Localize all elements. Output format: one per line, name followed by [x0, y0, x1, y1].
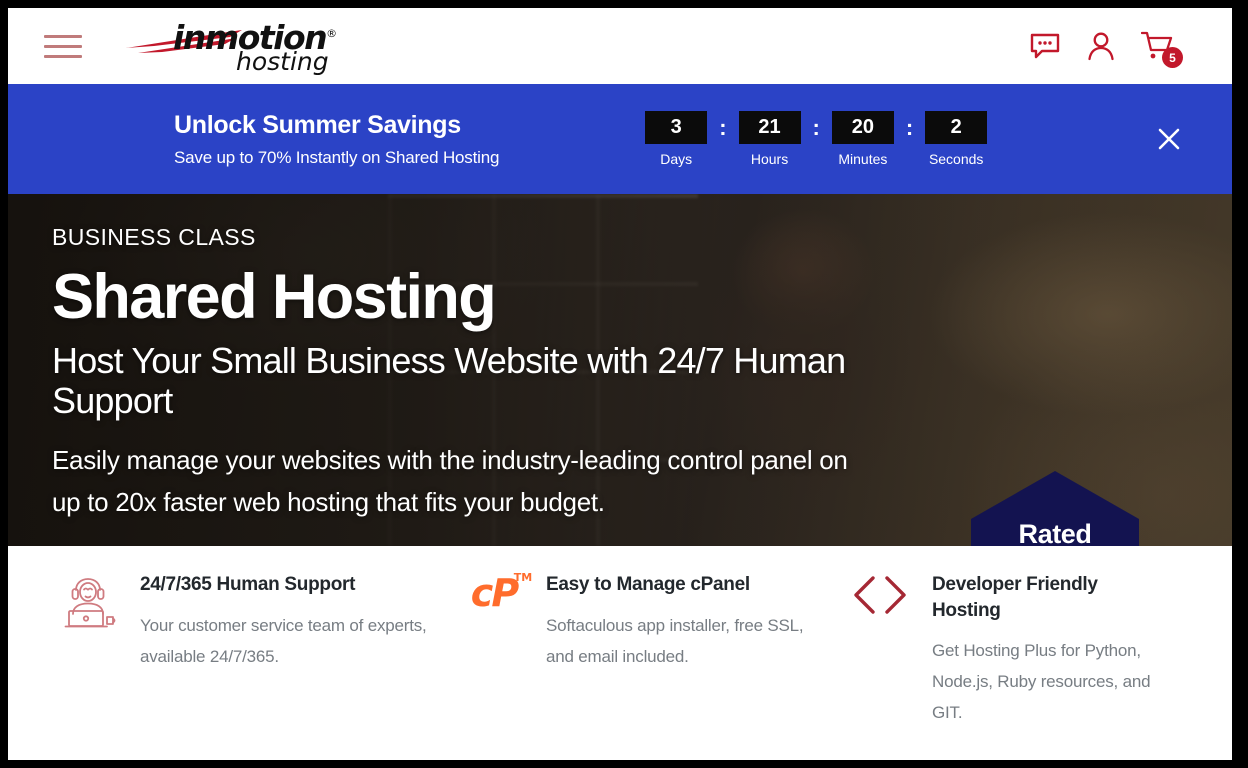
hamburger-line: [44, 54, 82, 58]
feature-description: Softaculous app installer, free SSL, and…: [546, 615, 804, 666]
feature-text-block: Developer Friendly Hosting Get Hosting P…: [932, 572, 1170, 760]
feature-description: Get Hosting Plus for Python, Node.js, Ru…: [932, 641, 1151, 723]
cpanel-logo-icon: cP TM: [458, 571, 533, 634]
countdown-separator: :: [905, 115, 914, 140]
support-agent-icon: [52, 572, 124, 634]
screenshot-frame: inmotion® hosting 5 Unlock Summer Saving…: [0, 0, 1248, 768]
feature-card-support: 24/7/365 Human Support Your customer ser…: [52, 572, 458, 760]
countdown-unit-seconds: 2 Seconds: [925, 111, 988, 167]
hamburger-line: [44, 34, 82, 38]
countdown-value-seconds: 2: [925, 111, 988, 144]
chat-icon[interactable]: [1028, 29, 1062, 63]
countdown-value-days: 3: [645, 111, 708, 144]
hero-description: Easily manage your websites with the ind…: [52, 445, 848, 517]
feature-card-cpanel: cP TM Easy to Manage cPanel Softaculous a…: [458, 572, 844, 760]
nav-icon-group: 5: [1028, 29, 1183, 68]
countdown-value-minutes: 20: [831, 111, 894, 144]
promo-subtitle: Save up to 70% Instantly on Shared Hosti…: [174, 147, 500, 167]
hero-subtitle: Host Your Small Business Website with 24…: [52, 340, 846, 421]
person-glyph: [1088, 32, 1114, 61]
countdown-separator: :: [719, 115, 727, 140]
support-agent-glyph: [64, 578, 116, 628]
badge-line-1: Rated: [1018, 519, 1092, 546]
code-brackets-glyph: [854, 576, 906, 614]
feature-description: Your customer service team of experts, a…: [140, 615, 427, 666]
account-icon[interactable]: [1084, 29, 1118, 63]
countdown-label-minutes: Minutes: [838, 151, 888, 167]
cart-icon[interactable]: 5: [1140, 29, 1183, 68]
close-icon[interactable]: [1154, 124, 1184, 154]
feature-title: 24/7/365 Human Support: [140, 574, 356, 595]
page-title: Shared Hosting: [52, 262, 497, 332]
feature-title: Easy to Manage cPanel: [546, 574, 750, 595]
countdown-separator: :: [812, 115, 820, 140]
countdown-unit-minutes: 20 Minutes: [831, 111, 894, 167]
countdown-value-hours: 21: [738, 111, 801, 144]
countdown-label-seconds: Seconds: [928, 151, 984, 167]
hamburger-menu-icon[interactable]: [44, 31, 82, 61]
countdown-label-hours: Hours: [750, 151, 789, 167]
inmotion-hosting-logo[interactable]: inmotion® hosting: [124, 16, 354, 76]
hero-section: BUSINESS CLASS Shared Hosting Host Your …: [8, 194, 1232, 546]
promo-text-block: Unlock Summer Savings Save up to 70% Ins…: [174, 110, 499, 167]
promo-banner: Unlock Summer Savings Save up to 70% Ins…: [8, 84, 1232, 194]
feature-text-block: Easy to Manage cPanel Softaculous app in…: [546, 572, 818, 760]
page-root: inmotion® hosting 5 Unlock Summer Saving…: [8, 8, 1232, 760]
feature-title: Developer Friendly Hosting: [932, 574, 1098, 621]
promo-title: Unlock Summer Savings: [174, 111, 461, 140]
countdown-unit-hours: 21 Hours: [738, 111, 801, 167]
close-x-glyph: [1158, 128, 1180, 150]
hero-eyebrow: BUSINESS CLASS: [52, 224, 256, 250]
countdown-unit-days: 3 Days: [645, 111, 708, 167]
feature-card-developer: Developer Friendly Hosting Get Hosting P…: [844, 572, 1196, 760]
hamburger-line: [44, 44, 82, 48]
countdown-label-days: Days: [660, 151, 693, 167]
countdown-timer: 3 Days : 21 Hours : 20 Minutes : 2 Secon…: [645, 111, 988, 167]
cpanel-trademark-mark: TM: [513, 571, 533, 584]
feature-highlights-row: 24/7/365 Human Support Your customer ser…: [8, 546, 1232, 760]
cpanel-wordmark: cP TM: [470, 571, 533, 615]
cart-count-badge: 5: [1162, 47, 1183, 68]
hero-copy-block: BUSINESS CLASS Shared Hosting Host Your …: [52, 224, 952, 523]
chat-bubble-glyph: [1030, 33, 1060, 59]
code-brackets-icon: [844, 572, 916, 634]
feature-text-block: 24/7/365 Human Support Your customer ser…: [140, 572, 432, 760]
top-navigation-bar: inmotion® hosting 5: [8, 8, 1232, 84]
logo-tagline: hosting: [236, 47, 329, 76]
